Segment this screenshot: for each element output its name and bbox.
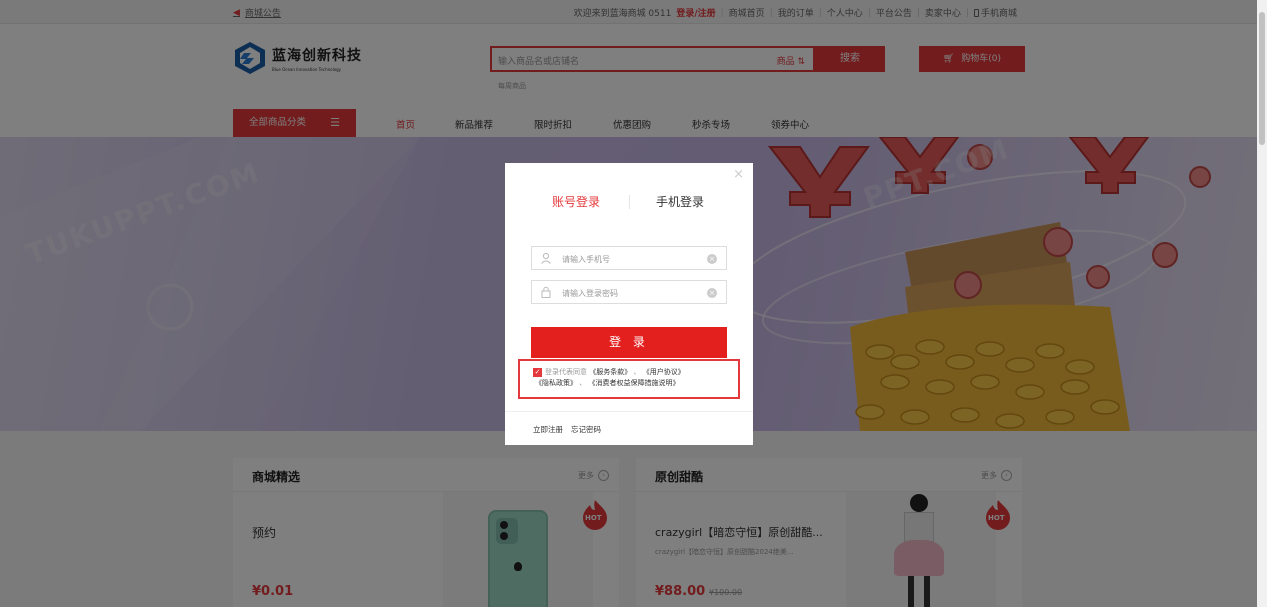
modal-footer: 立即注册 忘记密码 <box>505 411 753 445</box>
forgot-password-link[interactable]: 忘记密码 <box>571 424 601 435</box>
terms-link[interactable]: 《服务条款》 <box>589 368 631 376</box>
register-link[interactable]: 立即注册 <box>533 424 563 435</box>
lock-icon <box>540 286 552 298</box>
password-field[interactable]: 请输入登录密码 × <box>531 280 727 304</box>
privacy-link[interactable]: 《隐私政策》 <box>535 379 577 387</box>
login-button[interactable]: 登 录 <box>531 327 727 358</box>
phone-field[interactable]: 请输入手机号 × <box>531 246 727 270</box>
agreement-line-1: 登录代表同意 《服务条款》 、 《用户协议》 <box>545 367 685 377</box>
clear-icon[interactable]: × <box>707 254 717 264</box>
phone-input[interactable]: 请输入手机号 <box>562 254 610 265</box>
clear-icon[interactable]: × <box>707 288 717 298</box>
tab-divider <box>629 195 630 209</box>
close-icon[interactable]: × <box>733 167 744 182</box>
separator: 、 <box>633 368 641 376</box>
consumer-rights-link[interactable]: 《消费者权益保障措施说明》 <box>588 379 679 387</box>
agreement-line-2: 《隐私政策》 、 《消费者权益保障措施说明》 <box>535 378 679 388</box>
page-scrollbar[interactable] <box>1257 0 1267 607</box>
user-agreement-link[interactable]: 《用户协议》 <box>643 368 685 376</box>
tab-phone-login[interactable]: 手机登录 <box>656 193 704 210</box>
login-modal: × 账号登录 手机登录 请输入手机号 × 请输入登录密码 × 登 录 ✓ 登录代… <box>505 163 753 445</box>
agreement-box: ✓ 登录代表同意 《服务条款》 、 《用户协议》 《隐私政策》 、 《消费者权益… <box>518 359 740 399</box>
user-icon <box>540 252 552 264</box>
agreement-prefix: 登录代表同意 <box>545 368 587 376</box>
password-input[interactable]: 请输入登录密码 <box>562 288 618 299</box>
tab-account-login[interactable]: 账号登录 <box>552 193 600 210</box>
separator: 、 <box>579 379 587 387</box>
agreement-checkbox[interactable]: ✓ <box>533 368 542 377</box>
scrollbar-thumb[interactable] <box>1259 12 1265 145</box>
